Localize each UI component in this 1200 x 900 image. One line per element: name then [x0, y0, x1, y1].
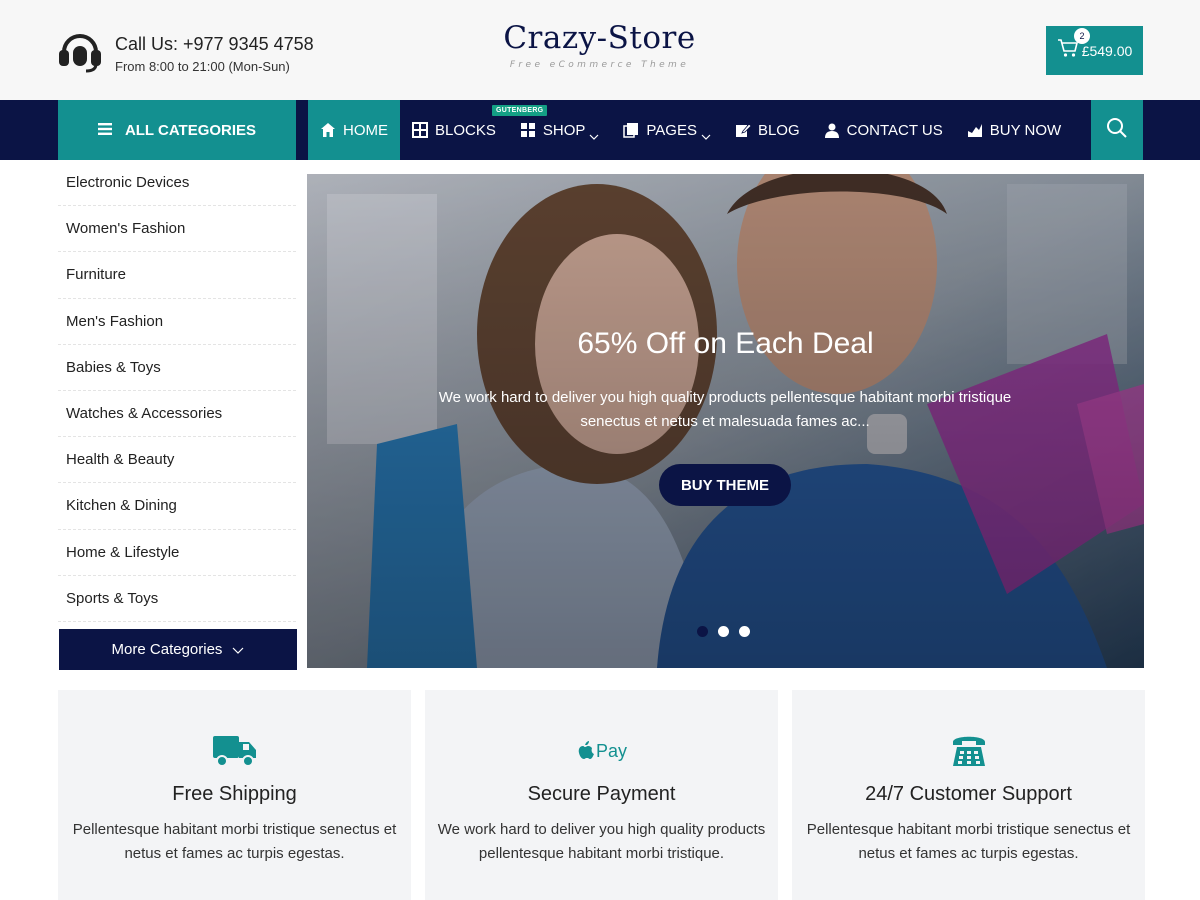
buy-theme-button[interactable]: BUY THEME [659, 464, 791, 506]
pages-icon [623, 122, 639, 138]
contact-info: Call Us: +977 9345 4758 From 8:00 to 21:… [56, 26, 314, 79]
nav-shop-label: SHOP [542, 121, 586, 139]
logo-tagline: Free eCommerce Theme [509, 60, 690, 70]
nav-home[interactable]: HOME [308, 100, 400, 160]
feature-title: Secure Payment [527, 783, 676, 805]
slider-dot[interactable] [739, 626, 750, 637]
category-list: Electronic Devices Women's Fashion Furni… [58, 160, 296, 622]
home-icon [320, 122, 336, 138]
opening-hours: From 8:00 to 21:00 (Mon-Sun) [115, 58, 290, 74]
chevron-down-icon [589, 127, 599, 140]
all-categories-button[interactable]: ALL CATEGORIES [58, 100, 296, 160]
truck-icon [58, 730, 411, 770]
phone-icon [792, 730, 1145, 770]
nav-pages-label: PAGES [646, 121, 697, 139]
site-header: Call Us: +977 9345 4758 From 8:00 to 21:… [0, 0, 1200, 100]
nav-contact[interactable]: CONTACT US [812, 100, 955, 160]
nav-buy-now[interactable]: BUY NOW [955, 100, 1073, 160]
slider-dot[interactable] [718, 626, 729, 637]
category-item[interactable]: Furniture [58, 252, 296, 299]
slider-pagination [697, 626, 760, 637]
gutenberg-badge: GUTENBERG [492, 105, 548, 116]
feature-title: Free Shipping [172, 783, 297, 805]
menu-icon [97, 122, 125, 139]
nav-contact-label: CONTACT US [846, 121, 943, 139]
cart-button[interactable]: 2 £549.00 [1046, 26, 1143, 75]
nav-blog[interactable]: BLOG [723, 100, 812, 160]
cart-count-badge: 2 [1074, 28, 1090, 44]
category-item[interactable]: Babies & Toys [58, 345, 296, 391]
cart-total: £549.00 [1081, 42, 1133, 59]
nav-home-label: HOME [343, 121, 388, 139]
user-icon [824, 122, 840, 138]
apple-pay-icon: Pay [425, 730, 778, 770]
grid-icon [520, 122, 536, 138]
slide-description: We work hard to deliver you high quality… [438, 389, 1012, 430]
search-icon [1106, 117, 1128, 144]
blocks-icon [412, 122, 428, 138]
more-categories-button[interactable]: More Categories [59, 629, 297, 670]
category-item[interactable]: Electronic Devices [58, 160, 296, 207]
category-item[interactable]: Men's Fashion [58, 299, 296, 345]
slider-dot[interactable] [697, 626, 708, 637]
chevron-down-icon [701, 127, 711, 140]
main-navigation: ALL CATEGORIES HOME BLOCKS SHOP PAGES BL… [0, 100, 1200, 160]
category-item[interactable]: Health & Beauty [58, 437, 296, 484]
logo-name: Crazy-Store [503, 20, 696, 56]
hero-slider[interactable]: 65% Off on Each Deal We work hard to del… [307, 174, 1144, 668]
feature-secure-payment: Pay Secure Payment We work hard to deliv… [425, 690, 778, 900]
category-sidebar: Electronic Devices Women's Fashion Furni… [58, 160, 297, 670]
slide-title: 65% Off on Each Deal [577, 327, 874, 360]
category-item[interactable]: Women's Fashion [58, 206, 296, 253]
search-button[interactable] [1091, 100, 1143, 160]
phone-number[interactable]: Call Us: +977 9345 4758 [115, 32, 314, 56]
svg-text:Pay: Pay [596, 741, 627, 761]
category-item[interactable]: Home & Lifestyle [58, 530, 296, 576]
nav-blocks-label: BLOCKS [435, 121, 496, 139]
chevron-down-icon [222, 641, 244, 658]
chart-icon [967, 122, 983, 138]
site-logo[interactable]: Crazy-Store Free eCommerce Theme [492, 18, 707, 70]
category-item[interactable]: Kitchen & Dining [58, 483, 296, 530]
feature-free-shipping: Free Shipping Pellentesque habitant morb… [58, 690, 411, 900]
feature-title: 24/7 Customer Support [865, 783, 1072, 805]
all-categories-label: ALL CATEGORIES [124, 121, 257, 139]
nav-blog-label: BLOG [757, 121, 800, 139]
nav-buy-now-label: BUY NOW [989, 121, 1062, 139]
category-item[interactable]: Watches & Accessories [58, 391, 296, 438]
feature-description: Pellentesque habitant morbi tristique se… [72, 821, 397, 862]
nav-pages[interactable]: PAGES [611, 100, 723, 160]
category-item[interactable]: Sports & Toys [58, 576, 296, 622]
edit-icon [735, 122, 752, 138]
feature-description: We work hard to deliver you high quality… [437, 821, 766, 862]
more-categories-label: More Categories [111, 641, 223, 658]
menu-bar: HOME BLOCKS SHOP PAGES BLOG CONTACT US B… [308, 100, 1073, 160]
feature-customer-support: 24/7 Customer Support Pellentesque habit… [792, 690, 1145, 900]
headset-icon [56, 26, 104, 79]
feature-description: Pellentesque habitant morbi tristique se… [806, 821, 1131, 862]
